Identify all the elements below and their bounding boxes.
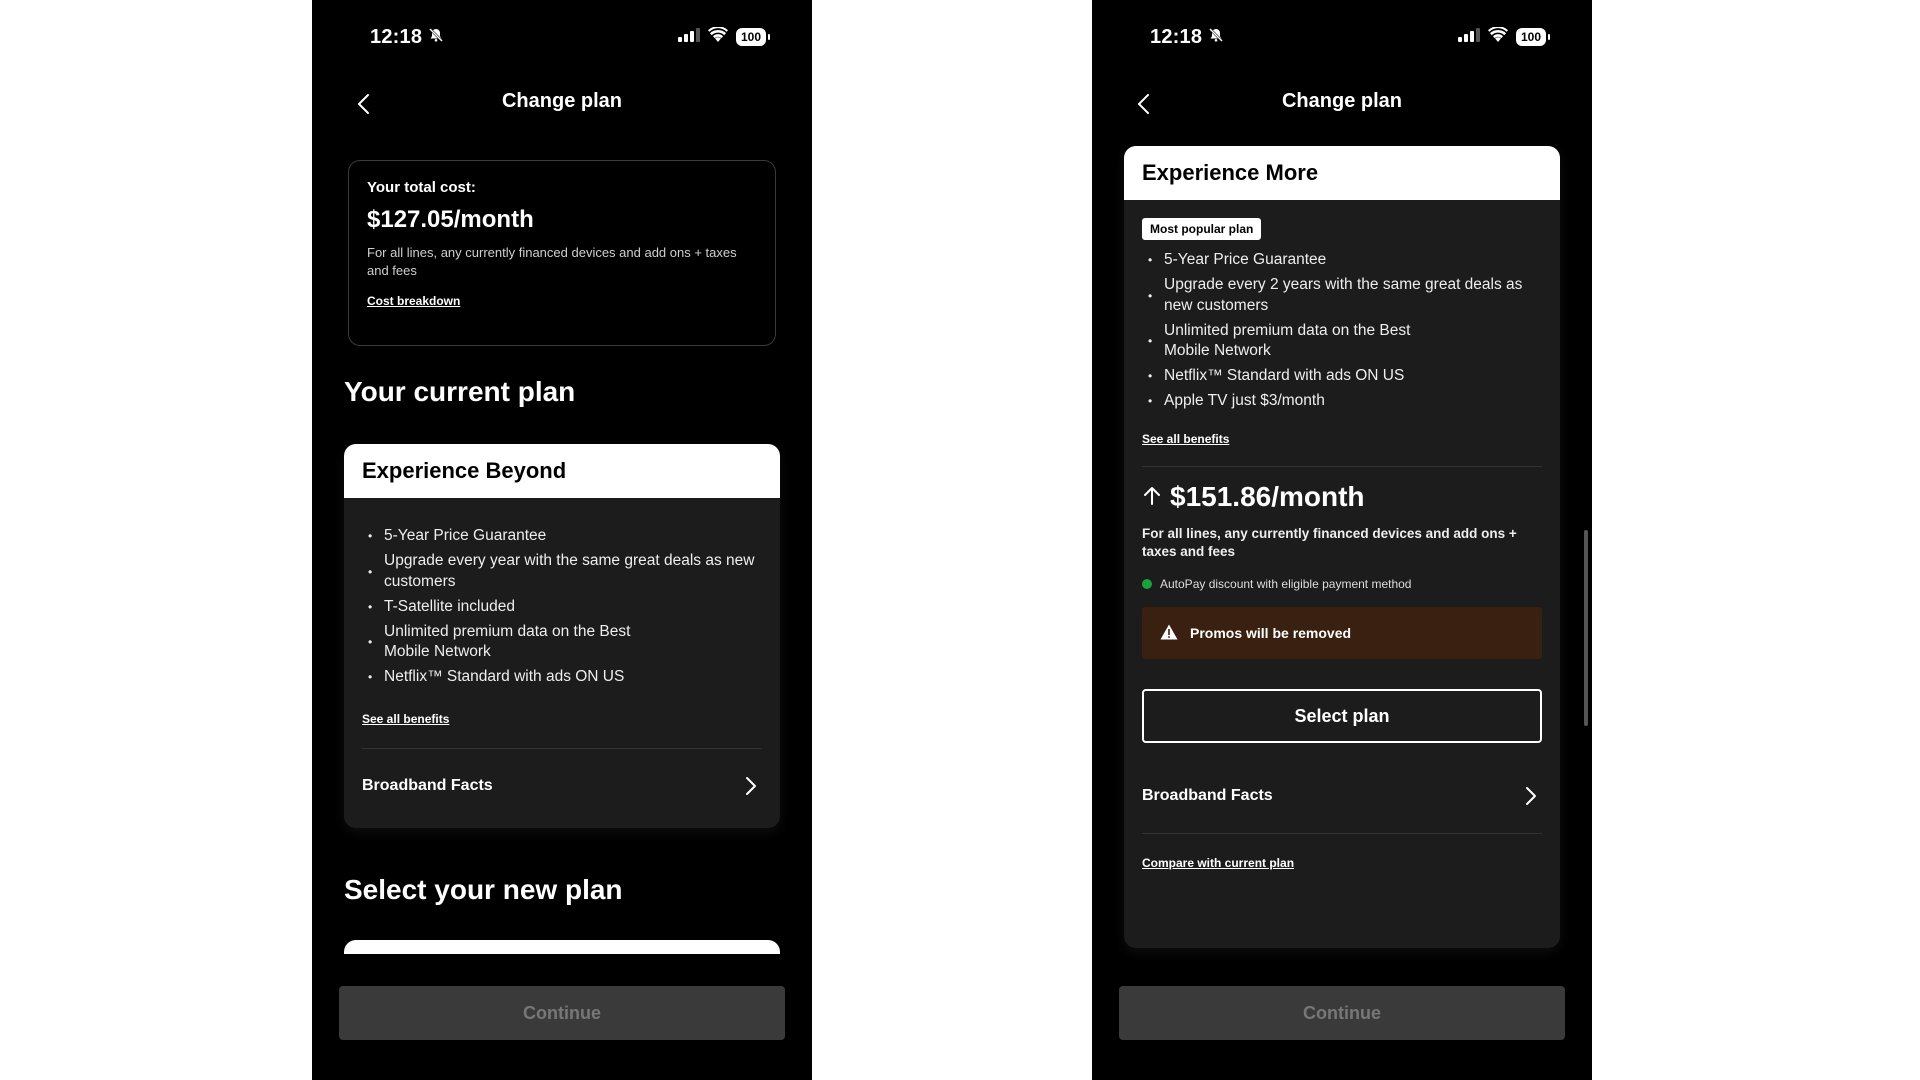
compare-current-plan-link[interactable]: Compare with current plan <box>1142 856 1294 870</box>
divider <box>1142 466 1542 467</box>
benefit-item: Upgrade every 2 years with the same grea… <box>1142 275 1542 316</box>
status-time: 12:18 <box>370 25 423 48</box>
total-cost-label: Your total cost: <box>367 179 476 196</box>
benefit-item: Unlimited premium data on the Best Mobil… <box>1142 321 1542 362</box>
scrollbar[interactable] <box>1584 530 1588 726</box>
benefit-item: Unlimited premium data on the Best Mobil… <box>362 622 762 663</box>
current-plan-card: Experience Beyond 5-Year Price Guarantee… <box>344 444 780 828</box>
price-row: $151.86/month <box>1142 481 1542 513</box>
total-cost-card: Your total cost: $127.05/month For all l… <box>348 160 776 346</box>
signal-icon <box>1457 27 1480 47</box>
benefit-item: T-Satellite included <box>362 597 762 618</box>
broadband-facts-label: Broadband Facts <box>1142 787 1273 804</box>
page-title: Change plan <box>1281 90 1402 112</box>
benefit-item: 5-Year Price Guarantee <box>1142 250 1542 271</box>
select-plan-button[interactable]: Select plan <box>1142 689 1542 743</box>
status-bar: 12:18 100 <box>1150 24 1551 50</box>
wifi-icon <box>1487 26 1508 47</box>
see-all-benefits-link[interactable]: See all benefits <box>362 712 449 726</box>
current-plan-heading: Your current plan <box>344 376 576 407</box>
continue-button[interactable]: Continue <box>1119 986 1565 1040</box>
phone-screen-left: 12:18 100 Change plan Your total cost: $… <box>312 0 812 1080</box>
status-dot-icon <box>1142 579 1152 589</box>
chevron-right-icon <box>1520 785 1542 807</box>
benefit-item: 5-Year Price Guarantee <box>362 526 762 547</box>
total-cost-amount: $127.05/month <box>367 206 534 233</box>
most-popular-badge: Most popular plan <box>1142 218 1262 240</box>
price-description: For all lines, any currently financed de… <box>1142 526 1517 559</box>
new-plan-card: Experience More Most popular plan 5-Year… <box>1124 146 1560 948</box>
benefits-list: 5-Year Price Guarantee Upgrade every yea… <box>362 526 762 688</box>
warning-icon <box>1160 624 1178 643</box>
nav-bar: Change plan <box>1092 82 1592 122</box>
battery-icon: 100 <box>1515 28 1551 46</box>
chevron-right-icon <box>740 775 762 797</box>
broadband-facts-label: Broadband Facts <box>362 777 493 794</box>
benefit-item: Netflix™ Standard with ads ON US <box>362 667 762 688</box>
total-cost-description: For all lines, any currently financed de… <box>367 245 737 278</box>
arrow-up-icon <box>1142 484 1162 511</box>
cost-breakdown-link[interactable]: Cost breakdown <box>367 294 460 308</box>
promo-text: Promos will be removed <box>1190 625 1352 641</box>
phone-screen-right: 12:18 100 Change plan Experience More Mo… <box>1092 0 1592 1080</box>
divider <box>1142 833 1542 834</box>
status-bar: 12:18 100 <box>370 24 771 50</box>
battery-icon: 100 <box>735 28 771 46</box>
broadband-facts-row[interactable]: Broadband Facts <box>362 749 762 823</box>
continue-button[interactable]: Continue <box>339 986 785 1040</box>
bell-slash-icon <box>1208 27 1224 48</box>
broadband-facts-row[interactable]: Broadband Facts <box>1142 759 1542 833</box>
benefits-list: 5-Year Price Guarantee Upgrade every 2 y… <box>1142 250 1542 412</box>
page-title: Change plan <box>501 90 622 112</box>
see-all-benefits-link[interactable]: See all benefits <box>1142 432 1229 446</box>
plan-name: Experience More <box>1124 146 1560 200</box>
benefit-item: Netflix™ Standard with ads ON US <box>1142 366 1542 387</box>
wifi-icon <box>707 26 728 47</box>
benefit-item: Apple TV just $3/month <box>1142 391 1542 412</box>
autopay-note: AutoPay discount with eligible payment m… <box>1142 577 1542 591</box>
status-time: 12:18 <box>1150 25 1203 48</box>
benefit-item: Upgrade every year with the same great d… <box>362 551 762 592</box>
new-plan-heading: Select your new plan <box>344 874 623 905</box>
plan-price: $151.86/month <box>1170 481 1365 512</box>
autopay-text: AutoPay discount with eligible payment m… <box>1160 577 1412 591</box>
new-plan-card-peek <box>344 940 780 954</box>
plan-name: Experience Beyond <box>344 444 780 498</box>
promo-warning: Promos will be removed <box>1142 607 1542 659</box>
signal-icon <box>677 27 700 47</box>
nav-bar: Change plan <box>312 82 812 122</box>
bell-slash-icon <box>428 27 444 48</box>
